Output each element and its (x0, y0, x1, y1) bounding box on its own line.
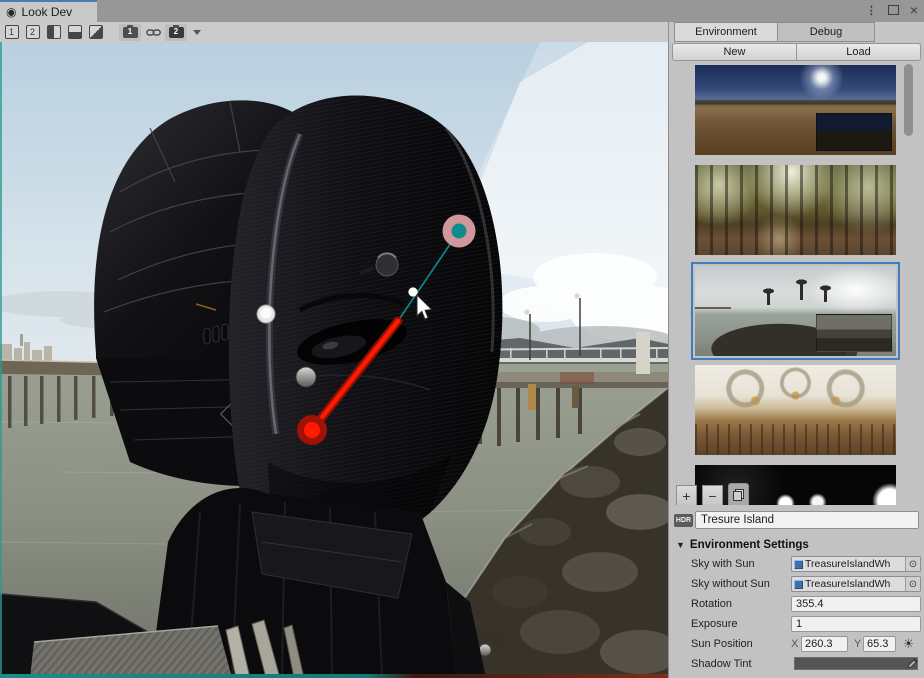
environment-list: + − (669, 62, 924, 505)
window-menu-icon[interactable]: ⋮ (866, 4, 877, 17)
single-view2-button[interactable]: 2 (23, 24, 42, 41)
link-icon (146, 28, 161, 37)
sky-with-sun-label: Sky with Sun (691, 558, 755, 570)
env-thumbnail-desert-day[interactable] (695, 65, 896, 155)
split-horizontal-button[interactable] (65, 24, 84, 41)
single-view1-button[interactable]: 1 (2, 24, 21, 41)
title-bar: ◉ Look Dev ⋮ × (0, 0, 924, 22)
env-thumbnail-selected-frame (691, 262, 900, 360)
eyedropper-icon[interactable] (905, 656, 919, 671)
sky-with-sun-value: TreasureIslandWh (805, 558, 905, 570)
list-scrollbar[interactable] (902, 64, 915, 502)
palm-tree-icon (800, 284, 803, 300)
sun-y-field[interactable]: 65.3 (863, 636, 896, 652)
sky-with-sun-field[interactable]: TreasureIslandWh ⊙ (791, 556, 921, 572)
sun-x-field[interactable]: 260.3 (801, 636, 848, 652)
view-split-border (0, 674, 668, 678)
rotation-row: Rotation 355.4 (669, 595, 924, 615)
cubemap-icon (794, 580, 803, 589)
side-by-side-button[interactable] (44, 24, 63, 41)
pier-silhouette (695, 307, 731, 309)
foldout-icon: ▼ (676, 540, 685, 550)
env-thumbnail-forest[interactable] (695, 165, 896, 255)
split-zone-icon (89, 25, 103, 39)
library-buttons: + − (676, 483, 754, 505)
split-horizontal-icon (68, 25, 82, 39)
palm-tree-icon (824, 290, 827, 302)
camera2-button[interactable]: 2 (165, 24, 187, 41)
hdr-name-field[interactable]: Tresure Island (695, 511, 919, 529)
shadow-tint-label: Shadow Tint (691, 658, 752, 670)
exposure-label: Exposure (691, 618, 737, 630)
sky-without-sun-value: TreasureIslandWh (805, 578, 905, 590)
duplicate-environment-button[interactable] (728, 483, 749, 505)
maximize-icon[interactable] (888, 5, 899, 15)
environment-settings-title: Environment Settings (690, 539, 809, 551)
hdr-badge: HDR (674, 514, 693, 527)
tab-debug[interactable]: Debug (778, 22, 875, 42)
toolbar-separator (107, 24, 117, 41)
side-by-side-icon (47, 25, 61, 39)
close-icon[interactable]: × (910, 3, 918, 17)
sun-handle[interactable] (452, 224, 467, 239)
environment-panel: Environment Debug New Load (668, 22, 924, 678)
camera-dropdown-button[interactable] (189, 24, 205, 41)
link-cameras-button[interactable] (143, 24, 163, 41)
view1-border (0, 42, 2, 678)
rotation-field[interactable]: 355.4 (791, 596, 921, 612)
add-environment-button[interactable]: + (676, 485, 697, 505)
sun-y-label: Y (854, 638, 861, 650)
sky-with-sun-row: Sky with Sun TreasureIslandWh ⊙ (669, 555, 924, 575)
exposure-row: Exposure 1 (669, 615, 924, 635)
view2-icon: 2 (26, 25, 40, 39)
cubemap-icon (794, 560, 803, 569)
duplicate-icon (733, 489, 744, 501)
environment-settings-header[interactable]: ▼ Environment Settings (669, 536, 924, 554)
env-thumbnail-treasure-island[interactable] (695, 266, 896, 356)
env-thumbnail-church-interior[interactable] (695, 365, 896, 455)
split-zone-button[interactable] (86, 24, 105, 41)
tab-environment[interactable]: Environment (674, 22, 778, 42)
scrollbar-thumb[interactable] (904, 64, 913, 136)
tab-look-dev[interactable]: ◉ Look Dev (0, 0, 97, 22)
panel-tabs: Environment Debug (669, 22, 924, 42)
remove-environment-button[interactable]: − (702, 485, 723, 505)
sun-position-label: Sun Position (691, 638, 753, 650)
library-actions: New Load (669, 42, 924, 62)
view1-icon: 1 (5, 25, 19, 39)
eye-icon: ◉ (6, 6, 16, 18)
new-button[interactable]: New (672, 43, 797, 61)
window-title: Look Dev (21, 5, 72, 19)
env-thumbnail-inset-preview (816, 314, 892, 352)
env-thumbnail-inset-preview (816, 113, 892, 151)
exposure-field[interactable]: 1 (791, 616, 921, 632)
sky-without-sun-label: Sky without Sun (691, 578, 770, 590)
camera1-icon: 1 (123, 27, 138, 38)
camera1-button[interactable]: 1 (119, 24, 141, 41)
hdr-name-row: HDR Tresure Island (669, 508, 924, 534)
sun-x-label: X (791, 638, 798, 650)
gizmo-midpoint-dot[interactable] (409, 288, 418, 297)
sky-without-sun-field[interactable]: TreasureIslandWh ⊙ (791, 576, 921, 592)
chevron-down-icon (193, 30, 201, 35)
load-button[interactable]: Load (797, 43, 921, 61)
shadow-handle[interactable] (304, 422, 320, 438)
palm-tree-icon (767, 293, 770, 305)
sun-icon[interactable]: ☀ (900, 635, 917, 652)
viewport-render (0, 42, 668, 678)
object-picker-icon[interactable]: ⊙ (905, 557, 920, 571)
sun-position-row: Sun Position X 260.3 Y 65.3 ☀ (669, 635, 924, 655)
sky-without-sun-row: Sky without Sun TreasureIslandWh ⊙ (669, 575, 924, 595)
lookdev-toolbar: 1 2 1 2 (0, 22, 668, 42)
shadow-tint-row: Shadow Tint (669, 655, 924, 675)
camera2-icon: 2 (169, 27, 184, 38)
lookdev-window: ◉ Look Dev ⋮ × 1 2 1 2 (0, 0, 924, 678)
shadow-tint-swatch[interactable] (794, 657, 918, 670)
lookdev-viewport[interactable] (0, 42, 668, 678)
object-picker-icon[interactable]: ⊙ (905, 577, 920, 591)
rotation-label: Rotation (691, 598, 732, 610)
